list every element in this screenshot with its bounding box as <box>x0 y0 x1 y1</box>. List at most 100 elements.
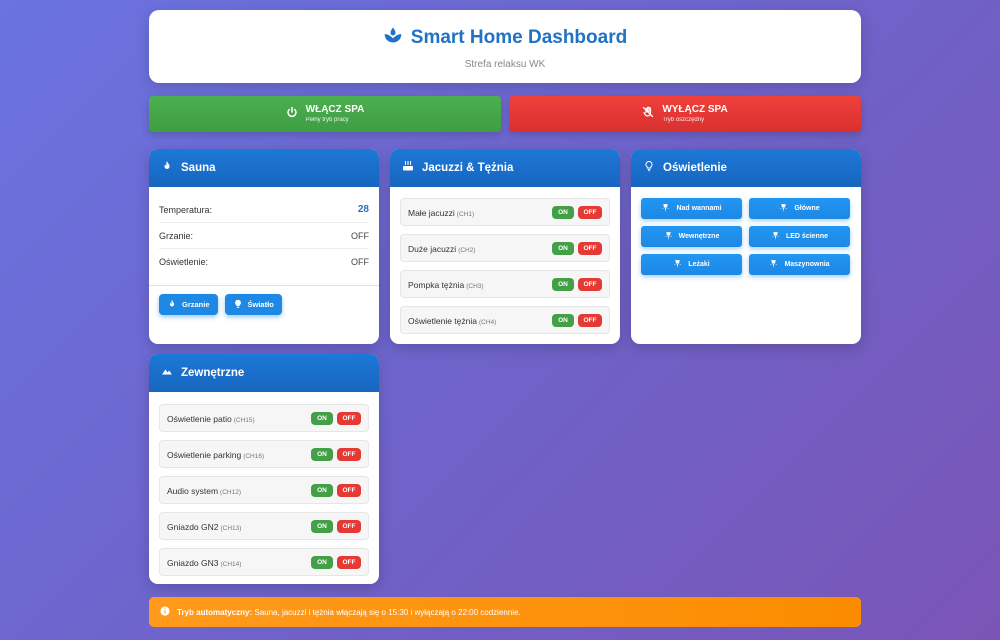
channel-name: Gniazdo GN3 <box>167 558 219 568</box>
info-icon <box>160 606 170 618</box>
light-button-wewnetrzne[interactable]: Wewnętrzne <box>641 226 742 247</box>
jacuzzi-title: Jacuzzi & Tężnia <box>422 162 514 174</box>
off-button[interactable]: OFF <box>337 447 361 461</box>
off-button[interactable]: OFF <box>578 277 602 291</box>
light-label: Maszynownia <box>784 261 830 268</box>
sauna-temperature-row: Temperatura: 28 <box>159 197 369 223</box>
lamp-icon <box>771 231 780 242</box>
channel-code: (CH4) <box>478 319 497 326</box>
sauna-light-label: Światło <box>247 300 274 309</box>
on-button[interactable]: ON <box>552 277 574 291</box>
on-button[interactable]: ON <box>311 411 333 425</box>
spa-on-label: WŁĄCZ SPA <box>305 104 365 115</box>
channel-name: Duże jacuzzi <box>408 244 457 254</box>
on-button[interactable]: ON <box>311 555 333 569</box>
lamp-icon <box>769 259 778 270</box>
sauna-lighting-value: OFF <box>351 257 369 267</box>
light-button-maszynownia[interactable]: Maszynownia <box>749 254 850 275</box>
channel-code: (CH1) <box>456 211 475 218</box>
sauna-heating-label: Grzanie: <box>159 230 194 241</box>
lighting-card: Oświetlenie Nad wannami Główne Wewnętrzn… <box>631 149 861 344</box>
lamp-icon <box>664 231 673 242</box>
hand-off-icon <box>642 105 654 123</box>
channel-row: Audio system (CH12) ON OFF <box>159 476 369 504</box>
spa-off-button[interactable]: WYŁĄCZ SPA Tryb oszczędny <box>509 96 861 132</box>
light-label: Nad wannami <box>676 205 722 212</box>
jacuzzi-card: Jacuzzi & Tężnia Małe jacuzzi (CH1) ON OFF… <box>390 149 620 344</box>
outdoor-card-header: Zewnętrzne <box>149 354 379 392</box>
off-button[interactable]: OFF <box>337 555 361 569</box>
channel-name: Gniazdo GN2 <box>167 522 219 532</box>
spa-on-sub: Pełny tryb pracy <box>305 117 349 123</box>
power-icon <box>286 105 298 123</box>
on-button[interactable]: ON <box>311 519 333 533</box>
channel-code: (CH14) <box>220 561 242 568</box>
light-label: LED ścienne <box>785 233 828 240</box>
light-button-glowne[interactable]: Główne <box>749 198 850 219</box>
header-card: Smart Home Dashboard Strefa relaksu WK <box>149 10 861 83</box>
light-button-nad-wannami[interactable]: Nad wannami <box>641 198 742 219</box>
sauna-lighting-row: Oświetlenie: OFF <box>159 249 369 275</box>
sauna-temperature-value: 28 <box>357 204 369 215</box>
light-label: Wewnętrzne <box>678 233 720 240</box>
channel-row: Oświetlenie parking (CH16) ON OFF <box>159 440 369 468</box>
sauna-heating-row: Grzanie: OFF <box>159 223 369 249</box>
fire-icon <box>161 159 173 177</box>
light-label: Leżaki <box>688 261 710 268</box>
light-button-led-scienne[interactable]: LED ścienne <box>749 226 850 247</box>
off-button[interactable]: OFF <box>578 313 602 327</box>
channel-code: (CH12) <box>220 489 241 496</box>
sauna-light-button[interactable]: Światło <box>224 294 282 315</box>
lamp-icon <box>661 203 670 214</box>
off-button[interactable]: OFF <box>337 483 361 497</box>
channel-code: (CH3) <box>466 283 484 290</box>
on-button[interactable]: ON <box>552 205 574 219</box>
on-button[interactable]: ON <box>311 483 333 497</box>
auto-mode-text: Sauna, jacuzzi i tężnia włączają się o 1… <box>254 607 521 617</box>
channel-code: (CH16) <box>243 453 265 460</box>
lightbulb-outline-icon <box>643 159 655 177</box>
page-subtitle: Strefa relaksu WK <box>464 59 546 70</box>
channel-name: Małe jacuzzi <box>408 208 455 218</box>
sauna-lighting-label: Oświetlenie: <box>159 257 209 267</box>
off-button[interactable]: OFF <box>337 519 361 533</box>
page-title: Smart Home Dashboard <box>410 26 628 48</box>
sauna-temperature-label: Temperatura: <box>159 204 213 215</box>
channel-code: (CH13) <box>220 525 242 532</box>
sauna-heat-button[interactable]: Grzanie <box>159 294 218 315</box>
jacuzzi-card-header: Jacuzzi & Tężnia <box>390 149 620 187</box>
channel-row: Małe jacuzzi (CH1) ON OFF <box>400 198 610 226</box>
channel-row: Gniazdo GN3 (CH14) ON OFF <box>159 548 369 576</box>
channel-code: (CH2) <box>458 247 476 254</box>
light-label: Główne <box>794 205 820 212</box>
spa-off-label: WYŁĄCZ SPA <box>662 104 728 115</box>
spa-off-sub: Tryb oszczędny <box>662 117 705 123</box>
lamp-icon <box>779 203 788 214</box>
lightbulb-icon <box>233 299 243 311</box>
hot-tub-icon <box>402 159 414 177</box>
sauna-heat-label: Grzanie <box>182 300 210 309</box>
title-row: Smart Home Dashboard <box>383 25 627 50</box>
sauna-card: Sauna Temperatura: 28 Grzanie: OFF Oświe… <box>149 149 379 344</box>
on-button[interactable]: ON <box>552 313 574 327</box>
fire-icon <box>167 299 177 311</box>
auto-mode-banner: Tryb automatyczny: Sauna, jacuzzi i tężn… <box>149 597 861 627</box>
on-button[interactable]: ON <box>311 447 333 461</box>
lamp-icon <box>673 259 682 270</box>
channel-row: Oświetlenie patio (CH15) ON OFF <box>159 404 369 432</box>
on-button[interactable]: ON <box>552 241 574 255</box>
channel-name: Oświetlenie tężnia <box>408 316 477 326</box>
channel-row: Duże jacuzzi (CH2) ON OFF <box>400 234 610 262</box>
channel-code: (CH15) <box>233 417 255 424</box>
sauna-heating-value: OFF <box>351 230 369 241</box>
spa-on-button[interactable]: WŁĄCZ SPA Pełny tryb pracy <box>149 96 501 132</box>
off-button[interactable]: OFF <box>337 411 361 425</box>
channel-row: Gniazdo GN2 (CH13) ON OFF <box>159 512 369 540</box>
off-button[interactable]: OFF <box>578 241 602 255</box>
off-button[interactable]: OFF <box>578 205 602 219</box>
channel-row: Oświetlenie tężnia (CH4) ON OFF <box>400 306 610 334</box>
outdoor-title: Zewnętrzne <box>181 367 245 379</box>
light-button-lezaki[interactable]: Leżaki <box>641 254 742 275</box>
channel-row: Pompka tężnia (CH3) ON OFF <box>400 270 610 298</box>
lighting-title: Oświetlenie <box>663 162 727 174</box>
